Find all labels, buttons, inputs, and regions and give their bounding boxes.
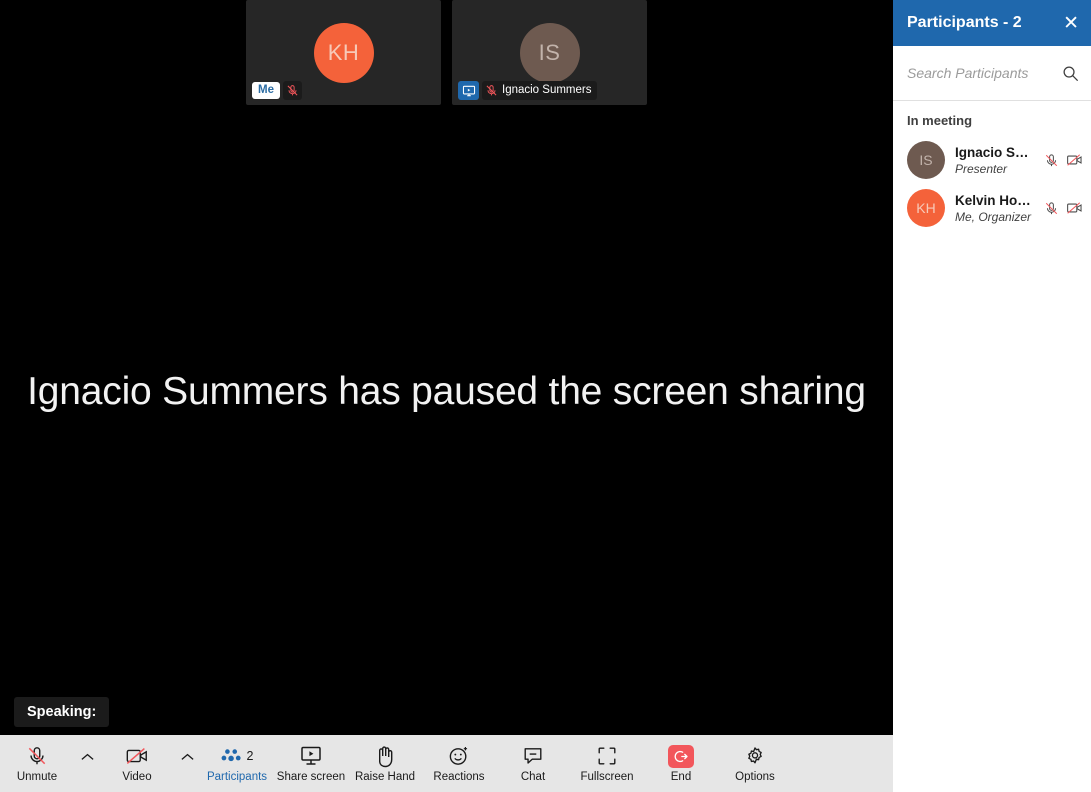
meeting-window: KH Me IS Ignacio Summers Ignacio Summers… [0,0,1091,792]
options-button[interactable]: Options [718,744,792,783]
video-tile-self[interactable]: KH Me [246,0,441,105]
in-meeting-label: In meeting [907,113,973,128]
toolbar-label: Options [735,771,775,783]
participants-count: 2 [246,749,254,763]
participant-role: Presenter [955,161,1008,176]
chevron-up-icon [80,753,94,760]
filmstrip: KH Me IS Ignacio Summers [246,0,647,105]
avatar-initials: IS [919,152,933,168]
paused-sharing-message: Ignacio Summers has paused the screen sh… [27,370,866,413]
toolbar-label: Unmute [16,771,58,783]
participant-info: Ignacio Sum... Presenter [955,145,1034,176]
panel-header: Participants - 2 ✕ [893,0,1091,46]
participant-name: Ignacio Sum... [955,144,1034,160]
chat-icon [522,744,544,768]
camera-off-icon [125,744,149,768]
chevron-up-icon [180,753,194,760]
mic-muted-icon [26,744,48,768]
mic-muted-icon [486,85,497,96]
camera-off-icon[interactable] [1066,152,1083,168]
search-row [893,46,1091,101]
camera-off-icon[interactable] [1066,200,1083,216]
participant-status-icons [1044,152,1083,169]
tile-participant-name: Ignacio Summers [502,83,592,96]
avatar-initials: IS [538,39,561,65]
avatar: IS [519,22,580,83]
end-call-button[interactable]: End [644,744,718,783]
me-badge: Me [252,81,280,100]
speaking-indicator: Speaking: [14,697,110,727]
share-screen-button[interactable]: Share screen [274,744,348,783]
participants-button[interactable]: 2 Participants [200,744,274,783]
mic-muted-icon [287,85,298,96]
video-stage: KH Me IS Ignacio Summers Ignacio Summers… [0,0,893,735]
avatar: KH [907,189,945,227]
tile-badges: Ignacio Summers [458,81,598,100]
end-call-icon [668,744,694,768]
gear-icon [744,744,766,768]
raise-hand-button[interactable]: Raise Hand [348,744,422,783]
unmute-button[interactable]: Unmute [0,744,74,783]
mic-muted-badge [282,81,302,100]
video-tile-participant[interactable]: IS Ignacio Summers [452,0,647,105]
mic-muted-icon[interactable] [1044,152,1059,169]
toolbar-label: Share screen [276,771,346,783]
toolbar-label: Participants [206,771,268,783]
participants-panel: Participants - 2 ✕ In meeting IS Ignacio… [893,0,1091,792]
screen-share-badge [458,81,479,100]
audio-options-caret[interactable] [74,752,100,776]
meeting-toolbar: Unmute Video 2 Participants Share screen… [0,735,893,792]
raise-hand-icon [375,744,396,768]
avatar: IS [907,141,945,179]
reactions-button[interactable]: Reactions [422,744,496,783]
tile-badges: Me [252,81,302,100]
reactions-icon [448,744,470,768]
video-button[interactable]: Video [100,744,174,783]
avatar-initials: KH [327,39,360,65]
fullscreen-icon [596,744,618,768]
toolbar-label: End [670,771,692,783]
panel-title: Participants - 2 [907,14,1022,31]
fullscreen-button[interactable]: Fullscreen [570,744,644,783]
toolbar-label: Raise Hand [354,771,416,783]
participant-name-badge: Ignacio Summers [482,81,598,100]
avatar: KH [313,22,374,83]
toolbar-label: Fullscreen [580,771,634,783]
close-icon[interactable]: ✕ [1063,14,1079,33]
video-options-caret[interactable] [174,752,200,776]
participant-row-self[interactable]: KH Kelvin Hoff... Me, Organizer [893,184,1091,232]
toolbar-label: Chat [520,771,546,783]
mic-muted-icon[interactable] [1044,200,1059,217]
participants-icon: 2 [221,744,254,768]
avatar-initials: KH [916,200,936,216]
participant-row-presenter[interactable]: IS Ignacio Sum... Presenter [893,136,1091,184]
participant-status-icons [1044,200,1083,217]
participant-info: Kelvin Hoff... Me, Organizer [955,193,1034,224]
participant-name: Kelvin Hoff... [955,192,1034,208]
search-input[interactable] [907,65,1062,81]
search-icon[interactable] [1062,65,1079,82]
participant-role: Me, Organizer [955,209,1032,224]
toolbar-label: Reactions [433,771,485,783]
share-screen-icon [299,744,323,768]
chat-button[interactable]: Chat [496,744,570,783]
share-screen-icon [462,85,475,96]
toolbar-label: Video [122,771,152,783]
